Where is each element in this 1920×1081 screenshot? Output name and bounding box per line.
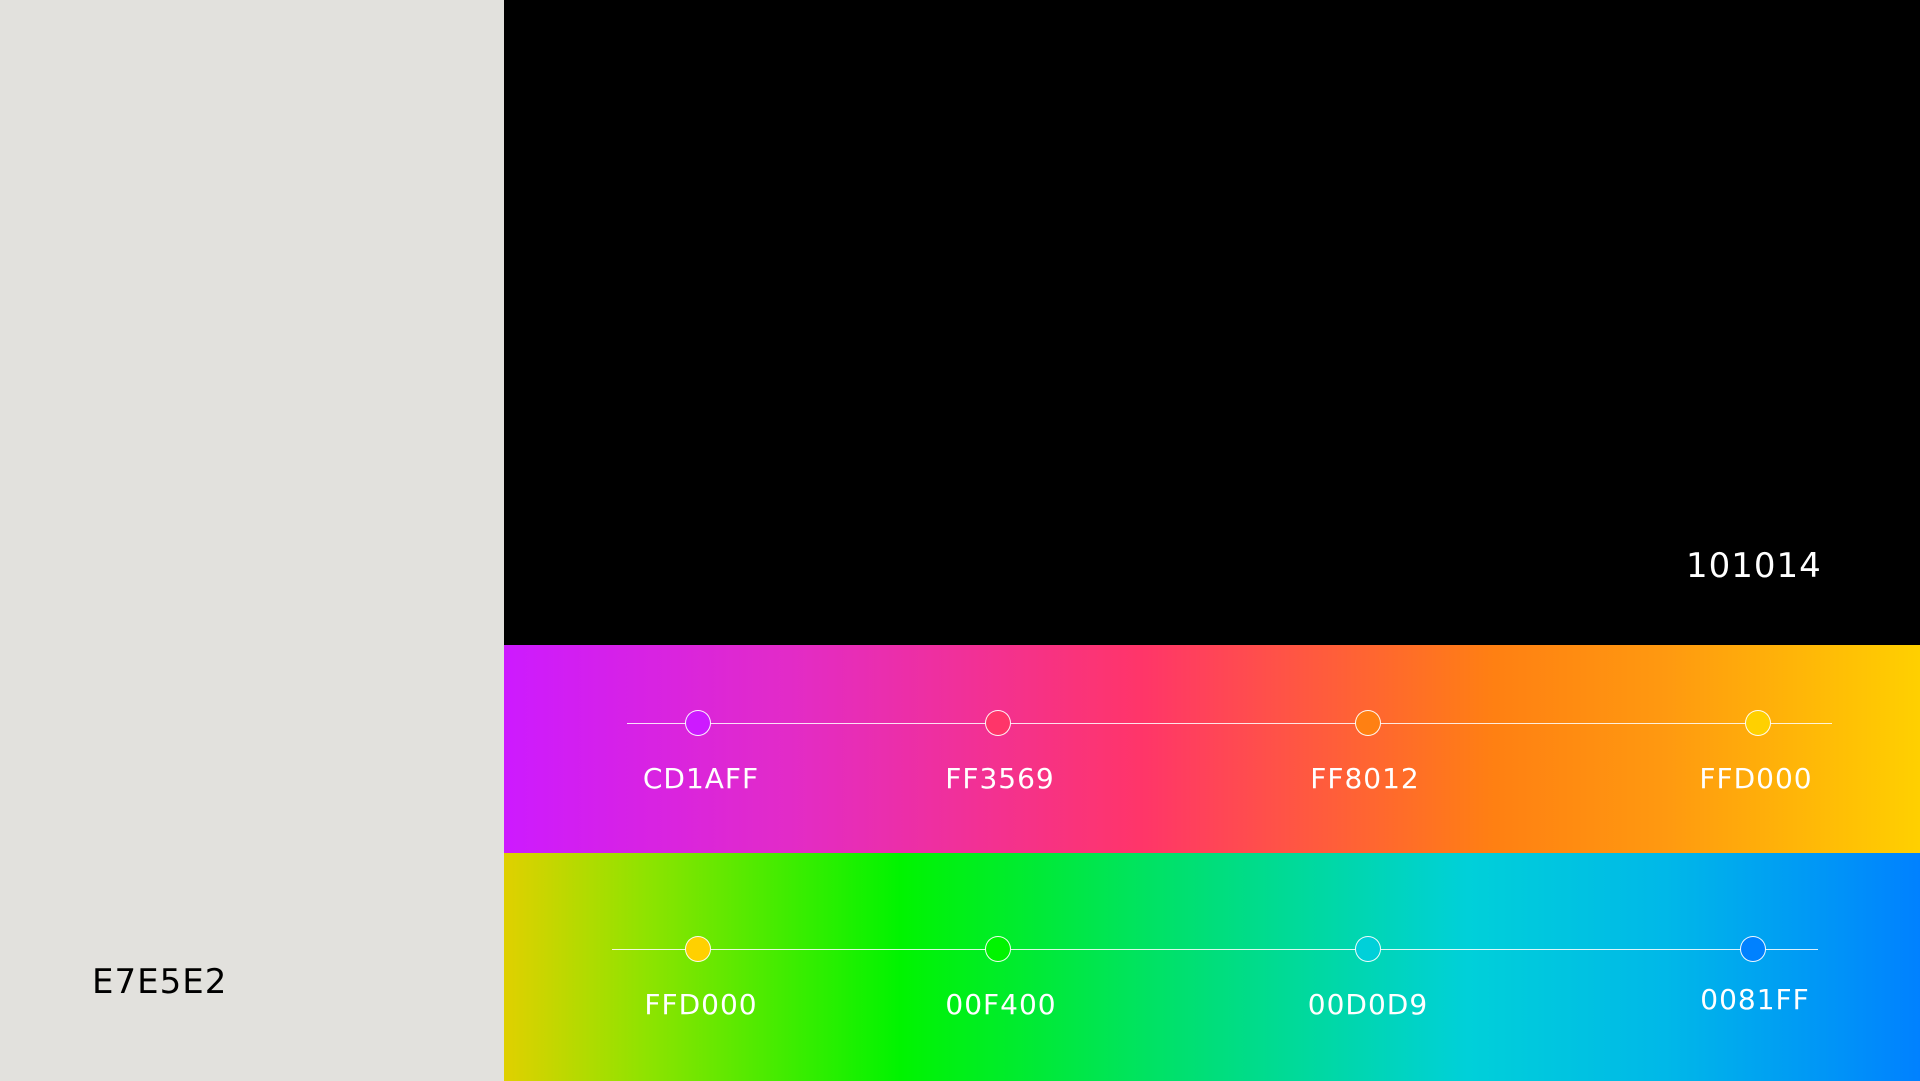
warm-gradient-strip	[504, 645, 1920, 853]
cool-stop-2-marker	[985, 936, 1011, 962]
cool-stop-1-marker	[685, 936, 711, 962]
cool-gradient-strip	[504, 853, 1920, 1081]
warm-stop-2-marker	[985, 710, 1011, 736]
dark-swatch-code: 101014	[1686, 546, 1822, 586]
warm-stop-1-marker	[685, 710, 711, 736]
warm-stop-4-marker	[1745, 710, 1771, 736]
cool-stop-3-marker	[1355, 936, 1381, 962]
cool-stop-3-label: 00D0D9	[1307, 988, 1429, 1021]
warm-stop-2-label: FF3569	[945, 762, 1055, 795]
warm-stop-4-label: FFD000	[1699, 762, 1813, 795]
cool-stop-4-label: 0081FF	[1700, 983, 1810, 1016]
warm-gradient-track	[627, 723, 1832, 724]
cool-gradient-track	[612, 949, 1818, 950]
cool-stop-4-marker	[1740, 936, 1766, 962]
cool-stop-2-label: 00F400	[945, 988, 1057, 1021]
light-swatch: E7E5E2	[0, 0, 504, 1081]
warm-stop-3-marker	[1355, 710, 1381, 736]
warm-stop-1-label: CD1AFF	[642, 762, 760, 795]
cool-stop-1-label: FFD000	[644, 988, 758, 1021]
light-swatch-code: E7E5E2	[92, 962, 228, 1002]
palette-page: E7E5E2 101014 CD1AFF FF3569 FF8012 FFD00…	[0, 0, 1920, 1081]
warm-stop-3-label: FF8012	[1310, 762, 1420, 795]
